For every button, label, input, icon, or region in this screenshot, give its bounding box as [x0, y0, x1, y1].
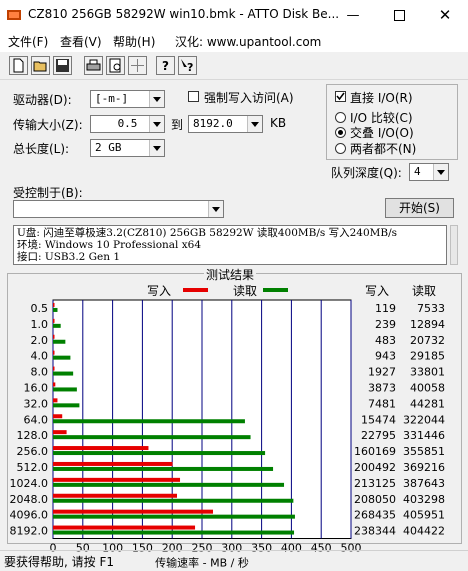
category-label: 128.0 — [17, 429, 49, 442]
read-value: 405951 — [403, 509, 445, 522]
write-bar — [53, 477, 181, 482]
write-bar — [53, 398, 58, 403]
write-bar — [53, 302, 55, 307]
category-label: 1.0 — [31, 318, 49, 331]
read-bar — [53, 387, 77, 392]
read-bar — [53, 371, 74, 376]
write-bar — [53, 461, 173, 466]
write-bar — [53, 430, 67, 435]
read-value: 44281 — [410, 397, 445, 410]
read-value: 369216 — [403, 461, 445, 474]
read-bar — [53, 323, 61, 328]
category-label: 512.0 — [17, 461, 49, 474]
read-bar — [53, 530, 295, 535]
write-value: 7481 — [368, 397, 396, 410]
read-bar — [53, 419, 245, 424]
write-bar — [53, 318, 55, 323]
category-label: 2048.0 — [10, 493, 49, 506]
category-label: 256.0 — [17, 445, 49, 458]
category-label: 8.0 — [31, 366, 49, 379]
status-text: 要获得帮助, 请按 F1 — [4, 555, 114, 569]
write-bar — [53, 509, 213, 514]
write-bar — [53, 366, 55, 371]
category-label: 64.0 — [24, 413, 49, 426]
read-value: 331446 — [403, 429, 445, 442]
write-value: 22795 — [361, 429, 396, 442]
read-value: 29185 — [410, 350, 445, 363]
write-value: 208050 — [354, 493, 396, 506]
write-value: 15474 — [361, 413, 396, 426]
read-bar — [53, 307, 58, 312]
results-chart: 0 50 100 150 200 250 300 350 400 450 500传输速率 - MB … — [10, 299, 445, 570]
write-bar — [53, 446, 149, 451]
read-bar — [53, 403, 80, 408]
category-label: 16.0 — [24, 381, 49, 394]
read-value: 355851 — [403, 445, 445, 458]
write-value: 238344 — [354, 525, 396, 538]
read-value: 322044 — [403, 413, 445, 426]
read-bar — [53, 339, 66, 344]
read-value: 12894 — [410, 318, 445, 331]
write-bar — [53, 493, 177, 498]
write-bar — [53, 334, 55, 339]
write-bar — [53, 525, 196, 530]
write-bar — [53, 350, 55, 355]
read-bar — [53, 355, 71, 360]
write-value: 160169 — [354, 445, 396, 458]
read-value: 403298 — [403, 493, 445, 506]
write-bar — [53, 382, 56, 387]
category-label: 4.0 — [31, 350, 49, 363]
write-value: 119 — [375, 302, 396, 315]
read-value: 404422 — [403, 525, 445, 538]
write-value: 1927 — [368, 366, 396, 379]
read-bar — [53, 514, 295, 519]
read-bar — [53, 498, 294, 503]
read-value: 387643 — [403, 477, 445, 490]
category-label: 4096.0 — [10, 509, 49, 522]
read-bar — [53, 466, 274, 471]
write-value: 3873 — [368, 381, 396, 394]
category-label: 0.5 — [31, 302, 49, 315]
read-bar — [53, 435, 251, 440]
read-value: 33801 — [410, 366, 445, 379]
write-value: 200492 — [354, 461, 396, 474]
read-value: 20732 — [410, 334, 445, 347]
write-bar — [53, 414, 63, 419]
write-value: 943 — [375, 350, 396, 363]
category-label: 1024.0 — [10, 477, 49, 490]
read-value: 7533 — [417, 302, 445, 315]
category-label: 2.0 — [31, 334, 49, 347]
write-value: 268435 — [354, 509, 396, 522]
category-label: 8192.0 — [10, 525, 49, 538]
write-value: 239 — [375, 318, 396, 331]
read-value: 40058 — [410, 381, 445, 394]
category-label: 32.0 — [24, 397, 49, 410]
read-bar — [53, 451, 266, 456]
write-value: 213125 — [354, 477, 396, 490]
write-value: 483 — [375, 334, 396, 347]
read-bar — [53, 482, 285, 487]
